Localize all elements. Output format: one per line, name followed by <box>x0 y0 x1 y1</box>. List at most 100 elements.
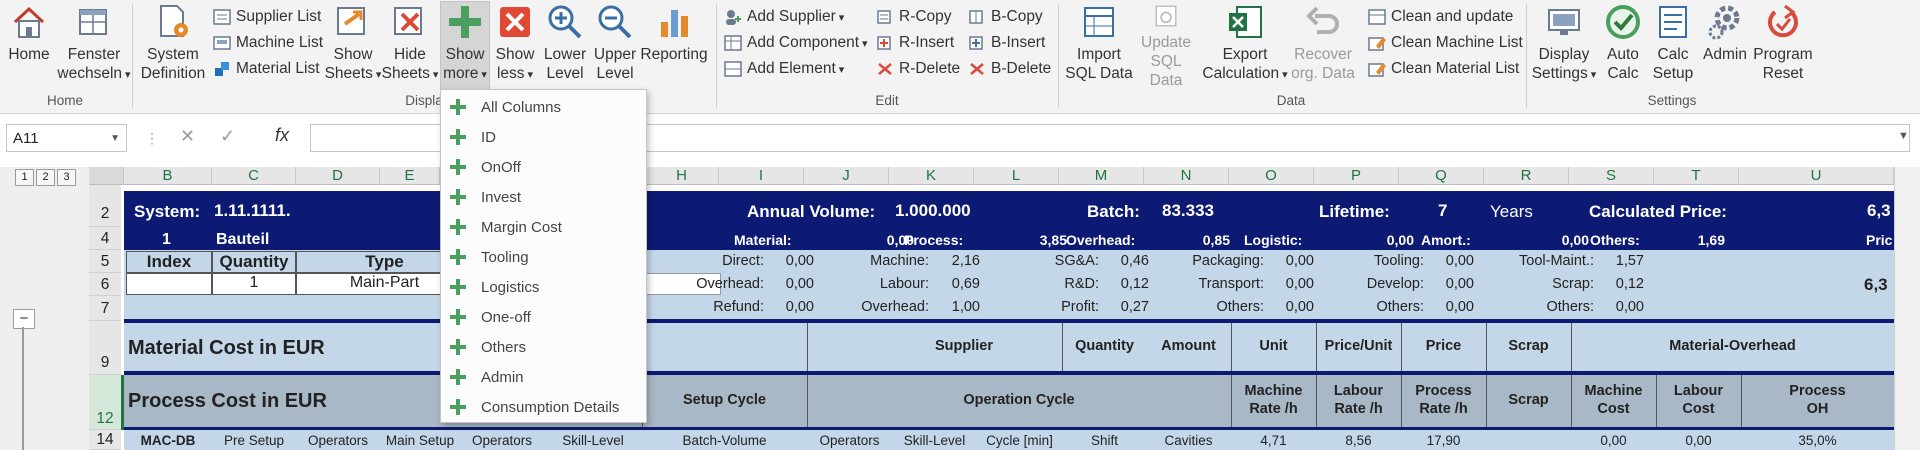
clean-material-list-button[interactable]: Clean Material List <box>1368 56 1519 81</box>
home-button[interactable]: Home <box>4 2 54 90</box>
col-header-p[interactable]: P <box>1314 167 1399 185</box>
row-header-9[interactable]: 9 <box>89 321 121 375</box>
row-header-12[interactable]: 12 <box>89 375 121 430</box>
col-header-i[interactable]: I <box>719 167 804 185</box>
rd-label: R&D: <box>1064 276 1099 292</box>
collapse-button[interactable]: − <box>13 309 35 329</box>
scrap-col-label: Scrap <box>1508 338 1549 354</box>
col-header-o[interactable]: O <box>1229 167 1314 185</box>
logistic-label: Logistic: <box>1244 232 1303 248</box>
menu-item-tooling[interactable]: Tooling <box>441 242 646 272</box>
menu-item-one-off[interactable]: One-off <box>441 302 646 332</box>
col-header-e[interactable]: E <box>380 167 440 185</box>
clean-update-button[interactable]: Clean and update <box>1368 4 1513 29</box>
r-delete-button[interactable]: R-Delete <box>876 56 960 81</box>
b-copy-button[interactable]: B-Copy <box>968 4 1043 29</box>
component-header-band: 1 Bauteil Material: 0,00 Process: 3,85 O… <box>124 229 1894 250</box>
cancel-icon[interactable]: ✕ <box>180 126 195 147</box>
row-header-7[interactable]: 7 <box>89 296 121 321</box>
show-more-button[interactable]: Show more <box>440 1 490 91</box>
row-header-14[interactable]: 14 <box>89 430 121 450</box>
switch-window-button[interactable]: Fenster wechseln <box>57 2 126 90</box>
show-less-button[interactable]: Show less <box>492 2 538 90</box>
col-header-j[interactable]: J <box>804 167 889 185</box>
import-sql-button[interactable]: Import SQL Data <box>1064 2 1134 90</box>
menu-item-margin-cost[interactable]: Margin Cost <box>441 212 646 242</box>
r-copy-button[interactable]: R-Copy <box>876 4 952 29</box>
system-label: System: <box>134 202 201 221</box>
b-delete-button[interactable]: B-Delete <box>968 56 1051 81</box>
menu-item-label: Margin Cost <box>481 218 562 236</box>
col-header-s[interactable]: S <box>1569 167 1654 185</box>
col-header-b[interactable]: B <box>124 167 212 185</box>
clean-machine-list-button[interactable]: Clean Machine List <box>1368 30 1523 55</box>
material-list-button[interactable]: Material List <box>213 56 320 81</box>
menu-item-consumption-details[interactable]: Consumption Details <box>441 392 646 422</box>
menu-item-admin[interactable]: Admin <box>441 362 646 392</box>
display-settings-button[interactable]: Display Settings <box>1530 2 1598 90</box>
enter-icon[interactable]: ✓ <box>220 126 235 147</box>
reporting-button[interactable]: Reporting <box>640 2 708 90</box>
r-insert-button[interactable]: R-Insert <box>876 30 954 55</box>
index-cell[interactable] <box>126 273 212 295</box>
export-calculation-button[interactable]: Export Calculation <box>1200 2 1290 90</box>
show-sheets-button[interactable]: Show Sheets <box>324 2 382 90</box>
col-header-h[interactable]: H <box>645 167 719 185</box>
vertical-scrollbar[interactable] <box>1894 167 1920 450</box>
supplier-list-button[interactable]: Supplier List <box>213 4 321 29</box>
function-icon[interactable]: fx <box>275 125 289 146</box>
row-header-5[interactable]: 5 <box>89 250 121 273</box>
lower-level-button[interactable]: Lower Level <box>540 2 590 90</box>
recover-data-button[interactable]: Recover org. Data <box>1290 2 1356 90</box>
labour-label: Labour: <box>879 276 929 292</box>
col-header-l[interactable]: L <box>974 167 1059 185</box>
system-definition-button[interactable]: System Definition <box>141 2 205 90</box>
add-component-button[interactable]: Add Component <box>724 30 868 55</box>
menu-item-all-columns[interactable]: All Columns <box>441 92 646 122</box>
program-reset-button[interactable]: Program Reset <box>1750 2 1816 90</box>
upper-level-button[interactable]: Upper Level <box>590 2 640 90</box>
menu-item-logistics[interactable]: Logistics <box>441 272 646 302</box>
col-header-q[interactable]: Q <box>1399 167 1484 185</box>
col-header-r[interactable]: R <box>1484 167 1569 185</box>
outline-level-1[interactable]: 1 <box>15 169 34 186</box>
b-insert-button[interactable]: B-Insert <box>968 30 1045 55</box>
update-sql-button[interactable]: Update SQL Data <box>1134 2 1198 90</box>
annual-volume-label: Annual Volume: <box>747 202 876 221</box>
labour-rate-line2: Rate /h <box>1334 401 1383 417</box>
col-header-u[interactable]: U <box>1739 167 1894 185</box>
show-sheets-label-2: Sheets <box>325 64 382 85</box>
calc-setup-button[interactable]: Calc Setup <box>1648 2 1698 90</box>
expand-formula-icon[interactable]: ▼ <box>1898 130 1909 142</box>
col-header-d[interactable]: D <box>296 167 380 185</box>
outline-level-3[interactable]: 3 <box>57 169 76 186</box>
outline-level-2[interactable]: 2 <box>36 169 55 186</box>
row-header-4[interactable]: 4 <box>89 227 121 250</box>
process-oh-value: 35,0% <box>1798 433 1837 448</box>
col-header-t[interactable]: T <box>1654 167 1739 185</box>
menu-item-onoff[interactable]: OnOff <box>441 152 646 182</box>
row-header-6[interactable]: 6 <box>89 273 121 296</box>
col-header-c[interactable]: C <box>212 167 296 185</box>
quantity-cell[interactable]: 1 <box>212 273 296 295</box>
hide-sheets-button[interactable]: Hide Sheets <box>382 2 438 90</box>
menu-item-others[interactable]: Others <box>441 332 646 362</box>
admin-button[interactable]: Admin <box>1700 2 1750 90</box>
name-box[interactable]: A11 ▼ <box>6 124 127 152</box>
row-header-2[interactable]: 2 <box>89 185 121 227</box>
develop-label: Develop: <box>1366 276 1424 292</box>
machine-list-button[interactable]: Machine List <box>213 30 323 55</box>
menu-item-invest[interactable]: Invest <box>441 182 646 212</box>
col-header-n[interactable]: N <box>1144 167 1229 185</box>
menu-item-id[interactable]: ID <box>441 122 646 152</box>
show-less-label-1: Show <box>495 46 535 63</box>
select-all-corner[interactable] <box>89 167 124 185</box>
col-header-m[interactable]: M <box>1059 167 1144 185</box>
col-header-k[interactable]: K <box>889 167 974 185</box>
add-supplier-button[interactable]: Add Supplier <box>724 4 844 29</box>
r-copy-label: R-Copy <box>899 7 952 25</box>
auto-calc-button[interactable]: Auto Calc <box>1600 2 1646 90</box>
show-sheets-label-1: Show <box>333 46 373 63</box>
add-element-button[interactable]: Add Element <box>724 56 844 81</box>
drag-handle-icon[interactable]: ⋮ <box>145 130 159 146</box>
